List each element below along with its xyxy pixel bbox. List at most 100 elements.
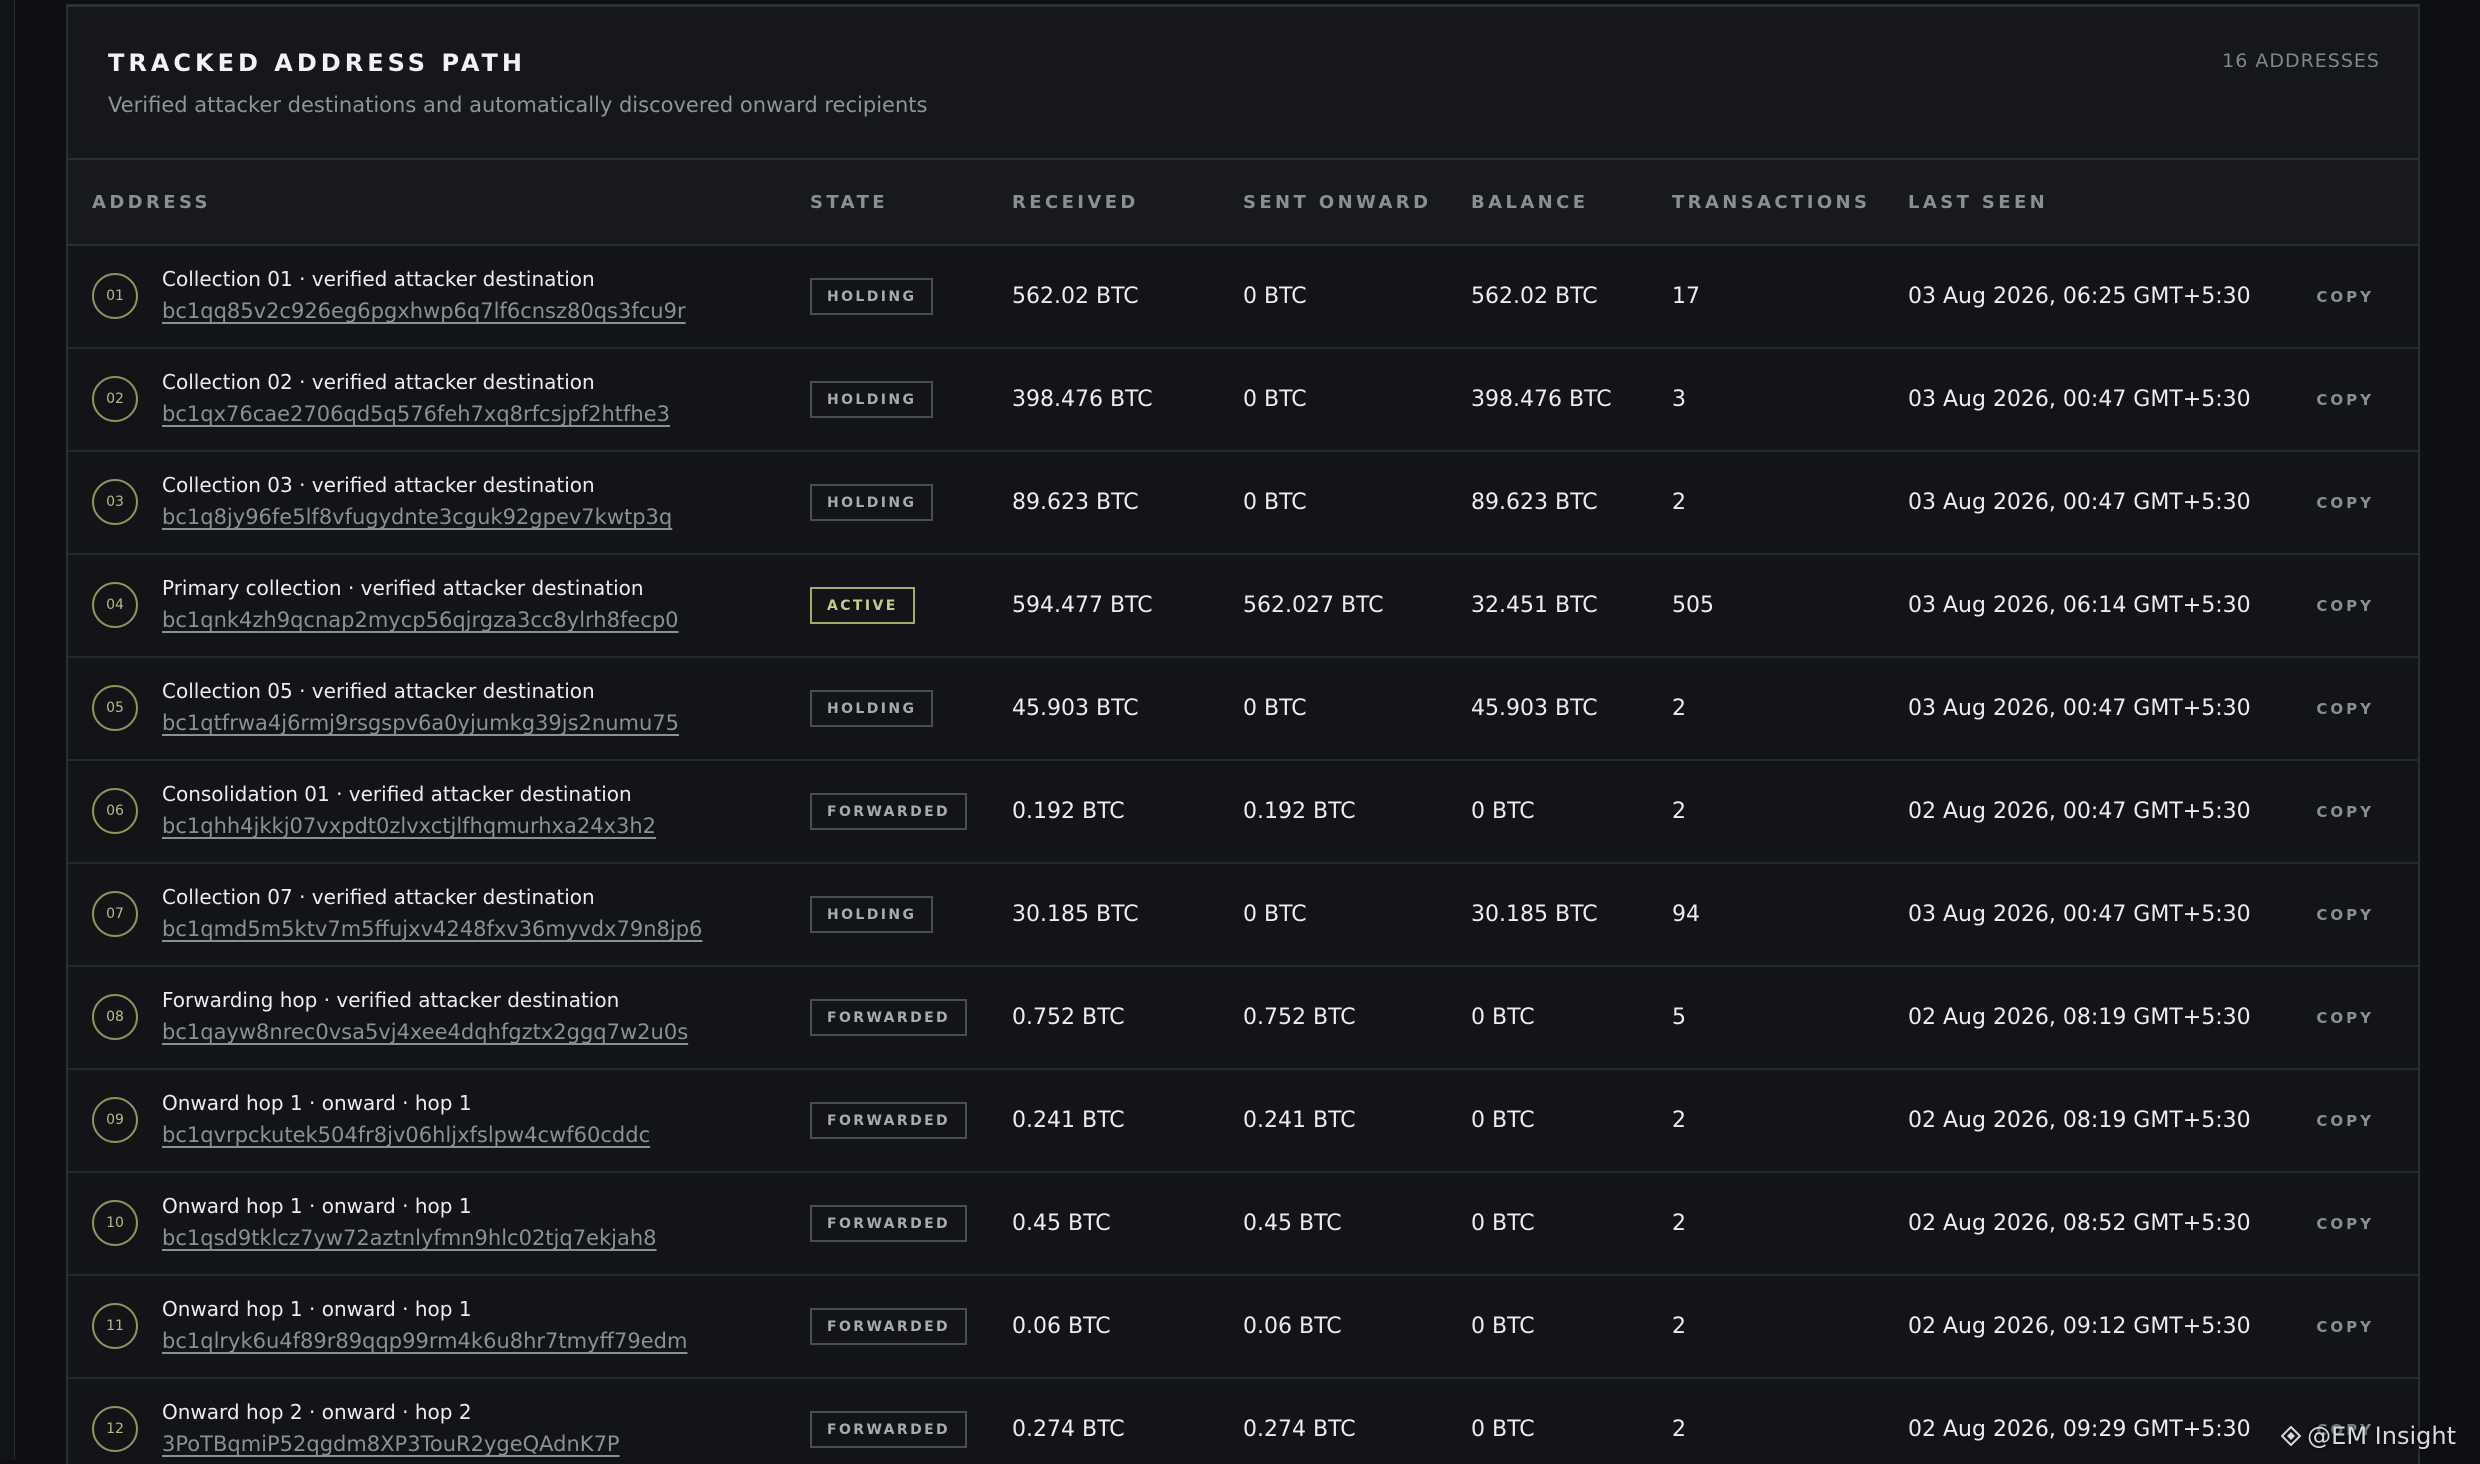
sent-onward-cell: 0.752 BTC: [1243, 1005, 1356, 1030]
address-link[interactable]: bc1qtfrwa4j6rmj9rsgspv6a0yjumkg39js2numu…: [162, 711, 679, 735]
col-sent-onward[interactable]: SENT ONWARD: [1243, 192, 1431, 213]
row-index-badge: 11: [92, 1303, 138, 1349]
received-cell: 45.903 BTC: [1012, 696, 1139, 721]
transactions-cell: 2: [1672, 696, 1686, 721]
sent-onward-cell: 0.06 BTC: [1243, 1314, 1342, 1339]
address-link[interactable]: bc1qq85v2c926eg6pgxhwp6q7lf6cnsz80qs3fcu…: [162, 299, 686, 323]
table-row: 08Forwarding hop · verified attacker des…: [68, 967, 2418, 1070]
col-balance[interactable]: BALANCE: [1471, 192, 1588, 213]
received-cell: 0.45 BTC: [1012, 1211, 1111, 1236]
copy-button[interactable]: COPY: [2316, 700, 2374, 718]
sent-onward-cell: 0.192 BTC: [1243, 799, 1356, 824]
transactions-cell: 2: [1672, 1417, 1686, 1442]
col-state[interactable]: STATE: [810, 192, 888, 213]
balance-cell: 0 BTC: [1471, 799, 1535, 824]
last-seen-cell: 03 Aug 2026, 00:47 GMT+5:30: [1908, 696, 2251, 721]
address-link[interactable]: 3PoTBqmiP52qgdm8XP3TouR2ygeQAdnK7P: [162, 1432, 620, 1456]
col-address[interactable]: ADDRESS: [92, 192, 211, 213]
sent-onward-cell: 0 BTC: [1243, 696, 1307, 721]
last-seen-cell: 03 Aug 2026, 06:14 GMT+5:30: [1908, 593, 2251, 618]
copy-button[interactable]: COPY: [2316, 803, 2374, 821]
last-seen-cell: 02 Aug 2026, 08:52 GMT+5:30: [1908, 1211, 2251, 1236]
transactions-cell: 2: [1672, 490, 1686, 515]
panel-title: TRACKED ADDRESS PATH: [108, 49, 526, 77]
state-badge: FORWARDED: [810, 1102, 967, 1139]
table-header: ADDRESS STATE RECEIVED SENT ONWARD BALAN…: [68, 160, 2418, 246]
address-link[interactable]: bc1q8jy96fe5lf8vfugydnte3cguk92gpev7kwtp…: [162, 505, 672, 529]
copy-button[interactable]: COPY: [2316, 1318, 2374, 1336]
copy-button[interactable]: COPY: [2316, 494, 2374, 512]
table-row: 07Collection 07 · verified attacker dest…: [68, 864, 2418, 967]
balance-cell: 562.02 BTC: [1471, 284, 1598, 309]
last-seen-cell: 03 Aug 2026, 06:25 GMT+5:30: [1908, 284, 2251, 309]
address-link[interactable]: bc1qx76cae2706qd5q576feh7xq8rfcsjpf2htfh…: [162, 402, 670, 426]
copy-button[interactable]: COPY: [2316, 288, 2374, 306]
watermark: @EM Insight: [2281, 1422, 2456, 1450]
state-badge: FORWARDED: [810, 1411, 967, 1448]
sent-onward-cell: 0 BTC: [1243, 902, 1307, 927]
col-transactions[interactable]: TRANSACTIONS: [1672, 192, 1870, 213]
balance-cell: 32.451 BTC: [1471, 593, 1598, 618]
last-seen-cell: 03 Aug 2026, 00:47 GMT+5:30: [1908, 387, 2251, 412]
address-count: 16 ADDRESSES: [2222, 50, 2380, 72]
copy-button[interactable]: COPY: [2316, 906, 2374, 924]
address-label: Onward hop 1 · onward · hop 1: [162, 1091, 472, 1115]
balance-cell: 30.185 BTC: [1471, 902, 1598, 927]
address-label: Onward hop 2 · onward · hop 2: [162, 1400, 472, 1424]
table-row: 04Primary collection · verified attacker…: [68, 555, 2418, 658]
sent-onward-cell: 562.027 BTC: [1243, 593, 1384, 618]
row-index-badge: 10: [92, 1200, 138, 1246]
table-row: 11 Onward hop 1 · onward · hop 1 bc1qlryk6…: [68, 1276, 2418, 1379]
address-link[interactable]: bc1qnk4zh9qcnap2mycp56qjrgza3cc8ylrh8fec…: [162, 608, 679, 632]
state-badge: FORWARDED: [810, 999, 967, 1036]
sent-onward-cell: 0.274 BTC: [1243, 1417, 1356, 1442]
row-index-badge: 05: [92, 685, 138, 731]
copy-button[interactable]: COPY: [2316, 391, 2374, 409]
address-label: Onward hop 1 · onward · hop 1: [162, 1297, 472, 1321]
last-seen-cell: 02 Aug 2026, 00:47 GMT+5:30: [1908, 799, 2251, 824]
address-link[interactable]: bc1qhh4jkkj07vxpdt0zlvxctjlfhqmurhxa24x3…: [162, 814, 656, 838]
state-badge: FORWARDED: [810, 1205, 967, 1242]
address-link[interactable]: bc1qvrpckutek504fr8jv06hljxfslpw4cwf60cd…: [162, 1123, 650, 1147]
transactions-cell: 505: [1672, 593, 1714, 618]
table-row: 02Collection 02 · verified attacker dest…: [68, 349, 2418, 452]
row-index-badge: 09: [92, 1097, 138, 1143]
col-last-seen[interactable]: LAST SEEN: [1908, 192, 2048, 213]
last-seen-cell: 02 Aug 2026, 09:29 GMT+5:30: [1908, 1417, 2251, 1442]
balance-cell: 0 BTC: [1471, 1417, 1535, 1442]
balance-cell: 45.903 BTC: [1471, 696, 1598, 721]
tracked-address-panel: TRACKED ADDRESS PATH Verified attacker d…: [66, 4, 2420, 1464]
row-index-badge: 04: [92, 582, 138, 628]
copy-button[interactable]: COPY: [2316, 1009, 2374, 1027]
state-badge: HOLDING: [810, 690, 933, 727]
table-row: 06Consolidation 01 · verified attacker d…: [68, 761, 2418, 864]
row-index-badge: 02: [92, 376, 138, 422]
address-link[interactable]: bc1qmd5m5ktv7m5ffujxv4248fxv36myvdx79n8j…: [162, 917, 702, 941]
transactions-cell: 2: [1672, 799, 1686, 824]
row-index-badge: 01: [92, 273, 138, 319]
address-link[interactable]: bc1qlryk6u4f89r89qqp99rm4k6u8hr7tmyff79e…: [162, 1329, 687, 1353]
balance-cell: 0 BTC: [1471, 1211, 1535, 1236]
table-row: 10Onward hop 1 · onward · hop 1bc1qsd9tk…: [68, 1173, 2418, 1276]
state-badge: HOLDING: [810, 278, 933, 315]
copy-button[interactable]: COPY: [2316, 597, 2374, 615]
last-seen-cell: 02 Aug 2026, 09:12 GMT+5:30: [1908, 1314, 2251, 1339]
address-label: Collection 07 · verified attacker destin…: [162, 885, 595, 909]
state-badge: FORWARDED: [810, 793, 967, 830]
copy-button[interactable]: COPY: [2316, 1215, 2374, 1233]
state-badge: ACTIVE: [810, 587, 915, 624]
copy-button[interactable]: COPY: [2316, 1112, 2374, 1130]
row-index-badge: 03: [92, 479, 138, 525]
address-link[interactable]: bc1qayw8nrec0vsa5vj4xee4dqhfgztx2ggq7w2u…: [162, 1020, 688, 1044]
address-label: Collection 03 · verified attacker destin…: [162, 473, 595, 497]
sent-onward-cell: 0.45 BTC: [1243, 1211, 1342, 1236]
address-table-body: 01Collection 01 · verified attacker dest…: [68, 246, 2418, 1464]
col-received[interactable]: RECEIVED: [1012, 192, 1139, 213]
diamond-logo-icon: [2281, 1426, 2301, 1446]
table-row: 05Collection 05 · verified attacker dest…: [68, 658, 2418, 761]
received-cell: 0.274 BTC: [1012, 1417, 1125, 1442]
address-link[interactable]: bc1qsd9tklcz7yw72aztnlyfmn9hlc02tjq7ekja…: [162, 1226, 657, 1250]
table-row: 01Collection 01 · verified attacker dest…: [68, 246, 2418, 349]
balance-cell: 0 BTC: [1471, 1314, 1535, 1339]
row-index-badge: 06: [92, 788, 138, 834]
